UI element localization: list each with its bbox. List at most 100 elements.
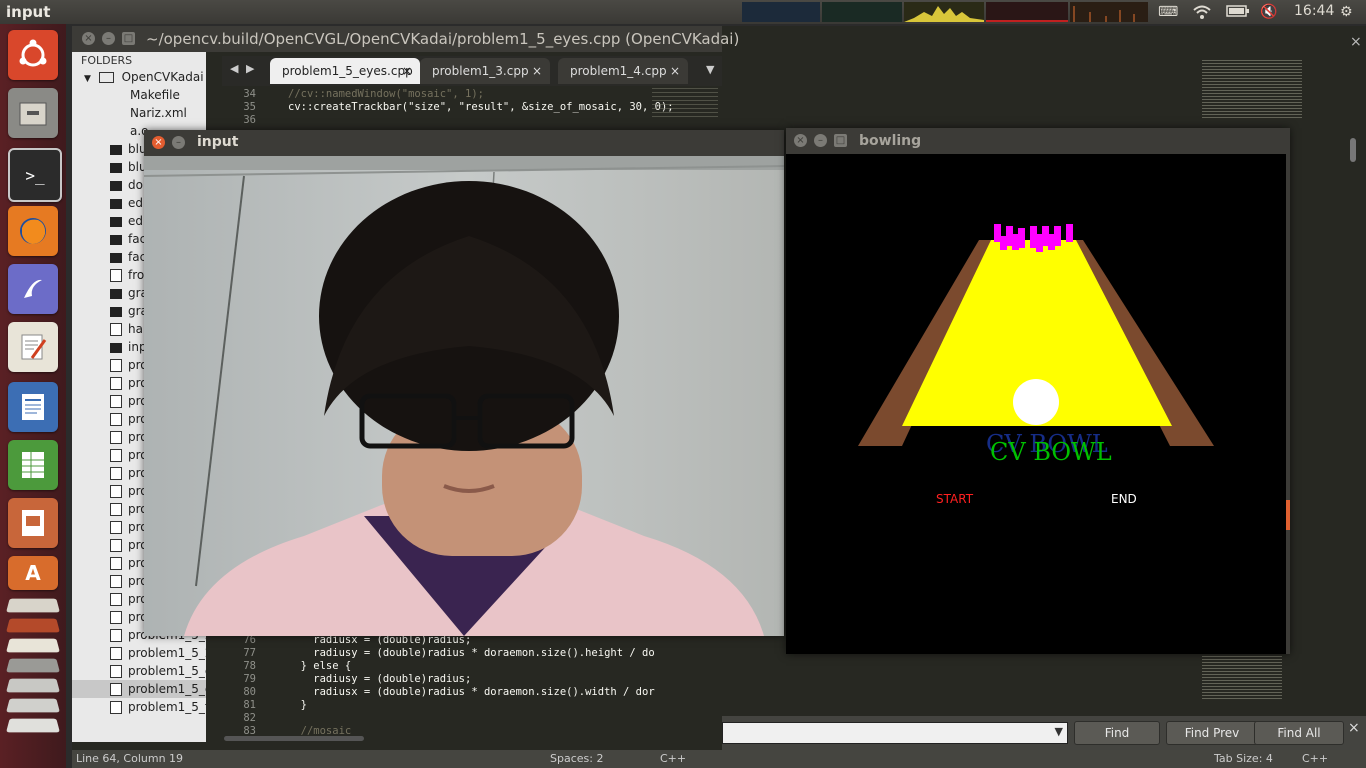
maximize-icon[interactable]: □ <box>834 134 847 147</box>
file-label: problem1_5_te <box>128 700 206 714</box>
start-button[interactable]: START <box>936 492 974 506</box>
sidebar-file-item[interactable]: blu <box>110 158 147 176</box>
sidebar-file-item[interactable]: pro <box>110 572 148 590</box>
sidebar-file-item[interactable]: pro <box>110 410 148 428</box>
minimize-icon[interactable]: – <box>172 136 185 149</box>
system-monitor-graph[interactable] <box>742 2 820 22</box>
clock[interactable]: 16:44 <box>1294 3 1334 19</box>
sidebar-file-item[interactable]: Makefile <box>130 86 180 104</box>
minimize-icon[interactable]: – <box>102 32 115 45</box>
sidebar-file-item[interactable]: do <box>110 176 143 194</box>
syntax-setting[interactable]: C++ <box>660 752 686 765</box>
terminal-icon[interactable]: >_ <box>8 148 62 202</box>
tab-problem1_4[interactable]: problem1_4.cpp × <box>558 58 688 84</box>
sidebar-file-item[interactable]: pro <box>110 374 148 392</box>
end-button[interactable]: END <box>1111 492 1137 506</box>
calc-icon[interactable] <box>8 440 58 490</box>
gear-icon[interactable]: ⚙ <box>1340 4 1353 20</box>
volume-muted-icon[interactable]: 🔇 <box>1260 4 1277 20</box>
writer-icon[interactable] <box>8 382 58 432</box>
tab-label: problem1_5_eyes.cpp <box>282 64 413 78</box>
sidebar-file-item[interactable]: pro <box>110 446 148 464</box>
wifi-icon[interactable] <box>1192 4 1212 24</box>
launcher-stacked-icons[interactable] <box>6 596 60 736</box>
sidebar-file-item[interactable]: pro <box>110 536 148 554</box>
chevron-down-icon[interactable]: ▼ <box>1055 725 1063 738</box>
file-icon <box>110 449 122 462</box>
tab-size-setting[interactable]: Tab Size: 4 <box>1214 752 1273 765</box>
find-all-button[interactable]: Find All <box>1254 721 1344 745</box>
sidebar-file-item[interactable]: Nariz.xml <box>130 104 187 122</box>
sidebar-file-item[interactable]: pro <box>110 482 148 500</box>
system-monitor-graph[interactable] <box>904 2 984 22</box>
sidebar-file-item[interactable]: pro <box>110 392 148 410</box>
sidebar-file-item[interactable]: fac <box>110 230 146 248</box>
system-monitor-graph[interactable] <box>1070 2 1148 22</box>
close-icon[interactable]: × <box>1350 34 1362 50</box>
horizontal-scrollbar[interactable] <box>224 736 364 741</box>
keyboard-icon[interactable]: ⌨ <box>1158 4 1178 20</box>
bowling-game-canvas[interactable]: CV BOWL CV BOWL START END <box>786 154 1286 654</box>
firefox-icon[interactable] <box>8 206 58 256</box>
ubuntu-dash-icon[interactable] <box>8 30 58 80</box>
sidebar-file-item[interactable]: pro <box>110 464 148 482</box>
tab-problem1_5_eyes[interactable]: problem1_5_eyes.cpp × <box>270 58 420 84</box>
close-icon[interactable]: × <box>670 58 680 84</box>
find-input[interactable]: ▼ <box>722 722 1068 744</box>
text-editor-icon[interactable] <box>8 264 58 314</box>
spaces-setting[interactable]: Spaces: 2 <box>550 752 603 765</box>
sidebar-file-item[interactable]: pro <box>110 518 148 536</box>
sidebar-file-item[interactable]: pro <box>110 590 148 608</box>
tab-problem1_3[interactable]: problem1_3.cpp × <box>420 58 550 84</box>
file-icon <box>110 647 122 660</box>
chevron-right-icon[interactable]: ▶ <box>246 62 254 75</box>
impress-icon[interactable] <box>8 498 58 548</box>
syntax-setting[interactable]: C++ <box>1302 752 1328 765</box>
sidebar-file-item[interactable]: pro <box>110 356 148 374</box>
file-icon <box>110 503 122 516</box>
vertical-scrollbar[interactable] <box>1350 138 1356 162</box>
battery-icon[interactable] <box>1226 4 1250 22</box>
tab-label: problem1_3.cpp <box>432 64 529 78</box>
sidebar-file-item[interactable]: ha <box>110 320 143 338</box>
sidebar-root-folder[interactable]: ▼ OpenCVKadai <box>84 68 204 86</box>
sidebar-file-item[interactable]: problem1_5_e <box>110 662 206 680</box>
sidebar-file-item[interactable]: pro <box>110 428 148 446</box>
close-icon[interactable]: × <box>1348 720 1360 736</box>
minimize-icon[interactable]: – <box>814 134 827 147</box>
close-icon[interactable]: × <box>794 134 807 147</box>
code-line: //cv::namedWindow("mosaic", 1); <box>288 88 484 100</box>
gedit-icon[interactable] <box>8 322 58 372</box>
sidebar-file-item[interactable]: blu <box>110 140 147 158</box>
sidebar-file-item[interactable]: pro <box>110 500 148 518</box>
close-icon[interactable]: × <box>532 58 542 84</box>
editor-minimap[interactable] <box>652 88 718 118</box>
sidebar-file-item[interactable]: pro <box>110 554 148 572</box>
sidebar-file-item[interactable]: gra <box>110 284 148 302</box>
sidebar-file-item[interactable]: problem1_5_2 <box>110 644 206 662</box>
close-icon[interactable]: × <box>402 58 412 84</box>
software-center-icon[interactable]: A <box>8 556 58 590</box>
game-title: CV BOWL <box>990 438 1112 466</box>
find-button[interactable]: Find <box>1074 721 1160 745</box>
close-icon[interactable]: × <box>82 32 95 45</box>
sidebar-file-item[interactable]: gra <box>110 302 148 320</box>
maximize-icon[interactable]: □ <box>122 32 135 45</box>
sidebar-file-item[interactable]: ed <box>110 194 143 212</box>
find-prev-button[interactable]: Find Prev <box>1166 721 1258 745</box>
close-icon[interactable]: × <box>152 136 165 149</box>
image-file-icon <box>110 306 122 317</box>
sidebar-file-item[interactable]: inp <box>110 338 147 356</box>
chevron-down-icon[interactable]: ▼ <box>706 63 714 76</box>
sublime-titlebar[interactable]: × – □ ~/opencv.build/OpenCVGL/OpenCVKada… <box>72 26 739 52</box>
sidebar-file-item[interactable]: ed <box>110 212 143 230</box>
system-monitor-graph[interactable] <box>986 2 1068 22</box>
system-monitor-graph[interactable] <box>822 2 902 22</box>
sidebar-file-item[interactable]: problem1_5_te <box>110 698 206 716</box>
sidebar-file-item[interactable]: fac <box>110 248 146 266</box>
file-label: Makefile <box>130 88 180 102</box>
sidebar-file-item[interactable]: problem1_5_e <box>72 680 206 698</box>
chevron-left-icon[interactable]: ◀ <box>230 62 238 75</box>
files-icon[interactable] <box>8 88 58 138</box>
sidebar-file-item[interactable]: fro <box>110 266 144 284</box>
